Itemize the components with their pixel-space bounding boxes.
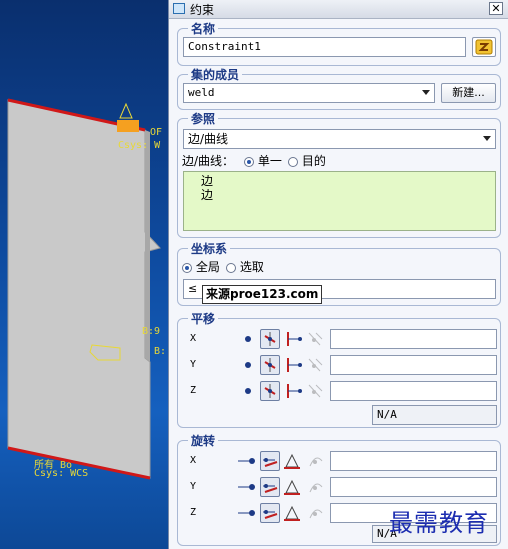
locked-dof-icon[interactable] [260,381,280,401]
viewport-label-b9: B:9 [142,326,161,337]
constraint-marker [117,120,139,132]
fixed-rotation-icon[interactable] [260,477,280,497]
translation-na-field: N/A [372,405,497,425]
free-rotation-icon[interactable] [236,477,258,497]
name-group: 名称 Constraint1 [177,20,501,66]
reference-type-value: 边/曲线 [188,132,229,146]
close-icon[interactable]: ✕ [489,2,503,15]
translation-y-value[interactable] [330,355,497,375]
free-rotation-icon[interactable] [236,451,258,471]
radio-single[interactable]: 单一 [244,152,282,169]
graphics-viewport[interactable]: OF Csys: W B:9 B: 所有 Bo Csys: WCS [0,0,168,549]
member-select-value: weld [188,86,215,99]
free-dof-icon[interactable] [238,381,258,401]
csys-marker [119,102,133,119]
plate-model [7,99,161,479]
list-item[interactable]: 边 [201,188,213,202]
radio-global[interactable]: 全局 [182,258,220,275]
radio-select-dot[interactable] [226,263,236,273]
translation-axis-z-label: Z [190,385,197,396]
radio-single-dot[interactable] [244,157,254,167]
rotation-group-label: 旋转 [188,432,219,449]
dialog-title: 约束 [190,3,215,17]
viewport-label-csys-bottom: Csys: WCS [34,468,89,479]
auto-name-icon [475,39,493,55]
reference-group: 参照 边/曲线 边/曲线： 单一 目的 边 边 [177,110,501,238]
edge-curve-label: 边/曲线： [182,154,235,168]
model-view[interactable] [0,0,168,549]
list-item[interactable]: 边 [201,174,213,188]
translation-group-label: 平移 [188,310,219,327]
limited-dof-icon[interactable] [284,381,304,401]
reference-type-select[interactable]: 边/曲线 [183,129,496,149]
translation-axis-x-label: X [190,333,197,344]
chevron-down-icon [422,90,430,95]
fixed-rotation-icon[interactable] [260,503,280,523]
radio-target[interactable]: 目的 [288,152,326,169]
radio-global-label: 全局 [195,260,220,274]
translation-group: 平移 X Y Z N/A [177,310,501,428]
viewport-label-csys-top: Csys: W [118,140,161,151]
free-rotation-icon[interactable] [236,503,258,523]
rotation-axis-y-label: Y [190,481,197,492]
prescribed-dof-icon[interactable] [306,381,326,401]
free-dof-icon[interactable] [238,329,258,349]
new-set-button[interactable]: 新建... [441,83,496,103]
prescribed-dof-icon[interactable] [306,355,326,375]
name-group-label: 名称 [188,20,219,37]
csys-group-label: 坐标系 [188,240,231,257]
reference-group-label: 参照 [188,110,219,127]
chevron-down-icon [483,136,491,141]
viewport-label-of: OF [150,127,163,138]
prescribed-rotation-icon[interactable] [306,503,326,523]
member-group-label: 集的成员 [188,66,243,83]
locked-dof-icon[interactable] [260,329,280,349]
limited-rotation-icon[interactable] [282,503,302,523]
radio-target-dot[interactable] [288,157,298,167]
limited-dof-icon[interactable] [284,329,304,349]
radio-global-dot[interactable] [182,263,192,273]
limited-rotation-icon[interactable] [282,451,302,471]
reference-list[interactable]: 边 边 [183,171,496,231]
limited-rotation-icon[interactable] [282,477,302,497]
free-dof-icon[interactable] [238,355,258,375]
auto-name-button[interactable] [472,37,496,57]
watermark: 最需教育 [389,509,489,537]
source-tooltip: 来源proe123.com [202,285,323,304]
dialog-titlebar[interactable]: 约束 ✕ [169,0,508,19]
prescribed-rotation-icon[interactable] [306,451,326,471]
viewport-label-b: B: [154,346,167,357]
fixed-rotation-icon[interactable] [260,451,280,471]
translation-x-value[interactable] [330,329,497,349]
constraint-dialog: 约束 ✕ 名称 Constraint1 集的成员 weld 新建... 参照 边… [168,0,508,549]
window-icon [173,3,185,14]
radio-target-label: 目的 [301,154,326,168]
limited-dof-icon[interactable] [284,355,304,375]
translation-z-value[interactable] [330,381,497,401]
radio-select-label: 选取 [239,260,264,274]
locked-dof-icon[interactable] [260,355,280,375]
radio-select[interactable]: 选取 [226,258,264,275]
rotation-x-value[interactable] [330,451,497,471]
translation-axis-y-label: Y [190,359,197,370]
rotation-axis-x-label: X [190,455,197,466]
prescribed-rotation-icon[interactable] [306,477,326,497]
member-select[interactable]: weld [183,83,435,103]
rotation-y-value[interactable] [330,477,497,497]
prescribed-dof-icon[interactable] [306,329,326,349]
rotation-axis-z-label: Z [190,507,197,518]
name-field[interactable]: Constraint1 [183,37,466,57]
member-group: 集的成员 weld 新建... [177,66,501,110]
radio-single-label: 单一 [257,154,282,168]
